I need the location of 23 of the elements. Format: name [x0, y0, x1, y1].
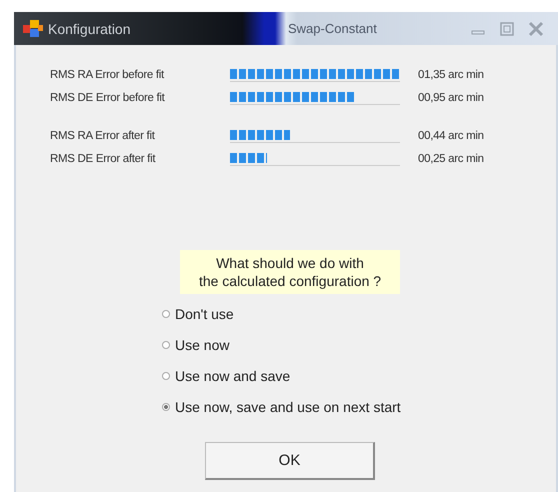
- meter-label: RMS RA Error before fit: [50, 68, 166, 80]
- background-window-title: Swap-Constant: [288, 21, 377, 36]
- meter-reading: 00,95 arc min: [418, 92, 484, 104]
- meter-label: RMS RA Error after fit: [50, 130, 156, 142]
- option-label[interactable]: Use now: [175, 336, 230, 352]
- question-text: What should we do with the calculated configuration ?: [180, 250, 400, 294]
- meter-reading: 00,44 arc min: [418, 130, 484, 142]
- radio-button[interactable]: [162, 310, 170, 318]
- option-label[interactable]: Use now and save: [175, 368, 290, 384]
- meter-label: RMS DE Error after fit: [50, 152, 156, 164]
- option-label[interactable]: Use now, save and use on next start: [175, 398, 401, 414]
- meter-label: RMS DE Error before fit: [50, 92, 166, 104]
- ok-button[interactable]: OK: [205, 442, 375, 480]
- meter-reading: 00,25 arc min: [418, 152, 484, 164]
- maximize-icon[interactable]: [500, 22, 514, 36]
- radio-button[interactable]: [162, 340, 170, 348]
- meter-reading: 01,35 arc min: [418, 68, 484, 80]
- option-label[interactable]: Don't use: [175, 306, 234, 322]
- close-icon[interactable]: [528, 20, 544, 36]
- radio-button[interactable]: [162, 402, 170, 410]
- radio-button[interactable]: [162, 372, 170, 380]
- app-icon: [22, 18, 44, 38]
- window-title: Konfiguration: [48, 20, 132, 36]
